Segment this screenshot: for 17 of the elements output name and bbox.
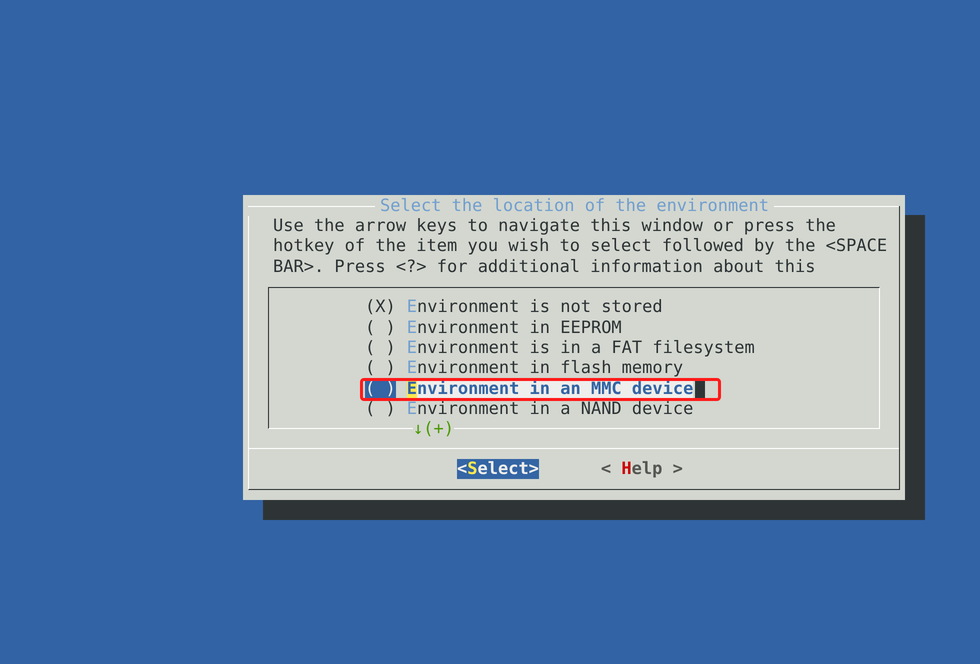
help-text-line: BAR>. Press <?> for additional information about this bbox=[273, 256, 816, 278]
dialog-button[interactable]: <Select> bbox=[457, 459, 539, 480]
dialog-button[interactable]: < Help > bbox=[600, 459, 683, 480]
help-text-line: Use the arrow keys to navigate this window or press the bbox=[273, 216, 837, 236]
option-label[interactable]: Environment is in a FAT filesystem bbox=[406, 338, 755, 358]
option-label[interactable]: Environment is not stored bbox=[406, 297, 663, 318]
radio-marker[interactable]: (X) bbox=[365, 297, 396, 318]
radio-marker[interactable]: ( ) bbox=[365, 338, 396, 358]
option-label[interactable]: Environment in a NAND device bbox=[406, 399, 694, 420]
scroll-indicator: ↓(+) bbox=[413, 418, 454, 440]
option-label[interactable]: Environment in flash memory bbox=[406, 358, 684, 379]
radio-marker[interactable]: ( ) bbox=[365, 358, 396, 379]
option-label[interactable]: Environment in EEPROM bbox=[406, 318, 622, 338]
dialog-title: Select the location of the environment bbox=[379, 196, 770, 216]
radio-marker[interactable]: ( ) bbox=[365, 318, 396, 338]
help-text-line: hotkey of the item you wish to select followed by the <SPACE bbox=[273, 236, 888, 257]
radio-marker[interactable]: ( ) bbox=[365, 399, 396, 420]
